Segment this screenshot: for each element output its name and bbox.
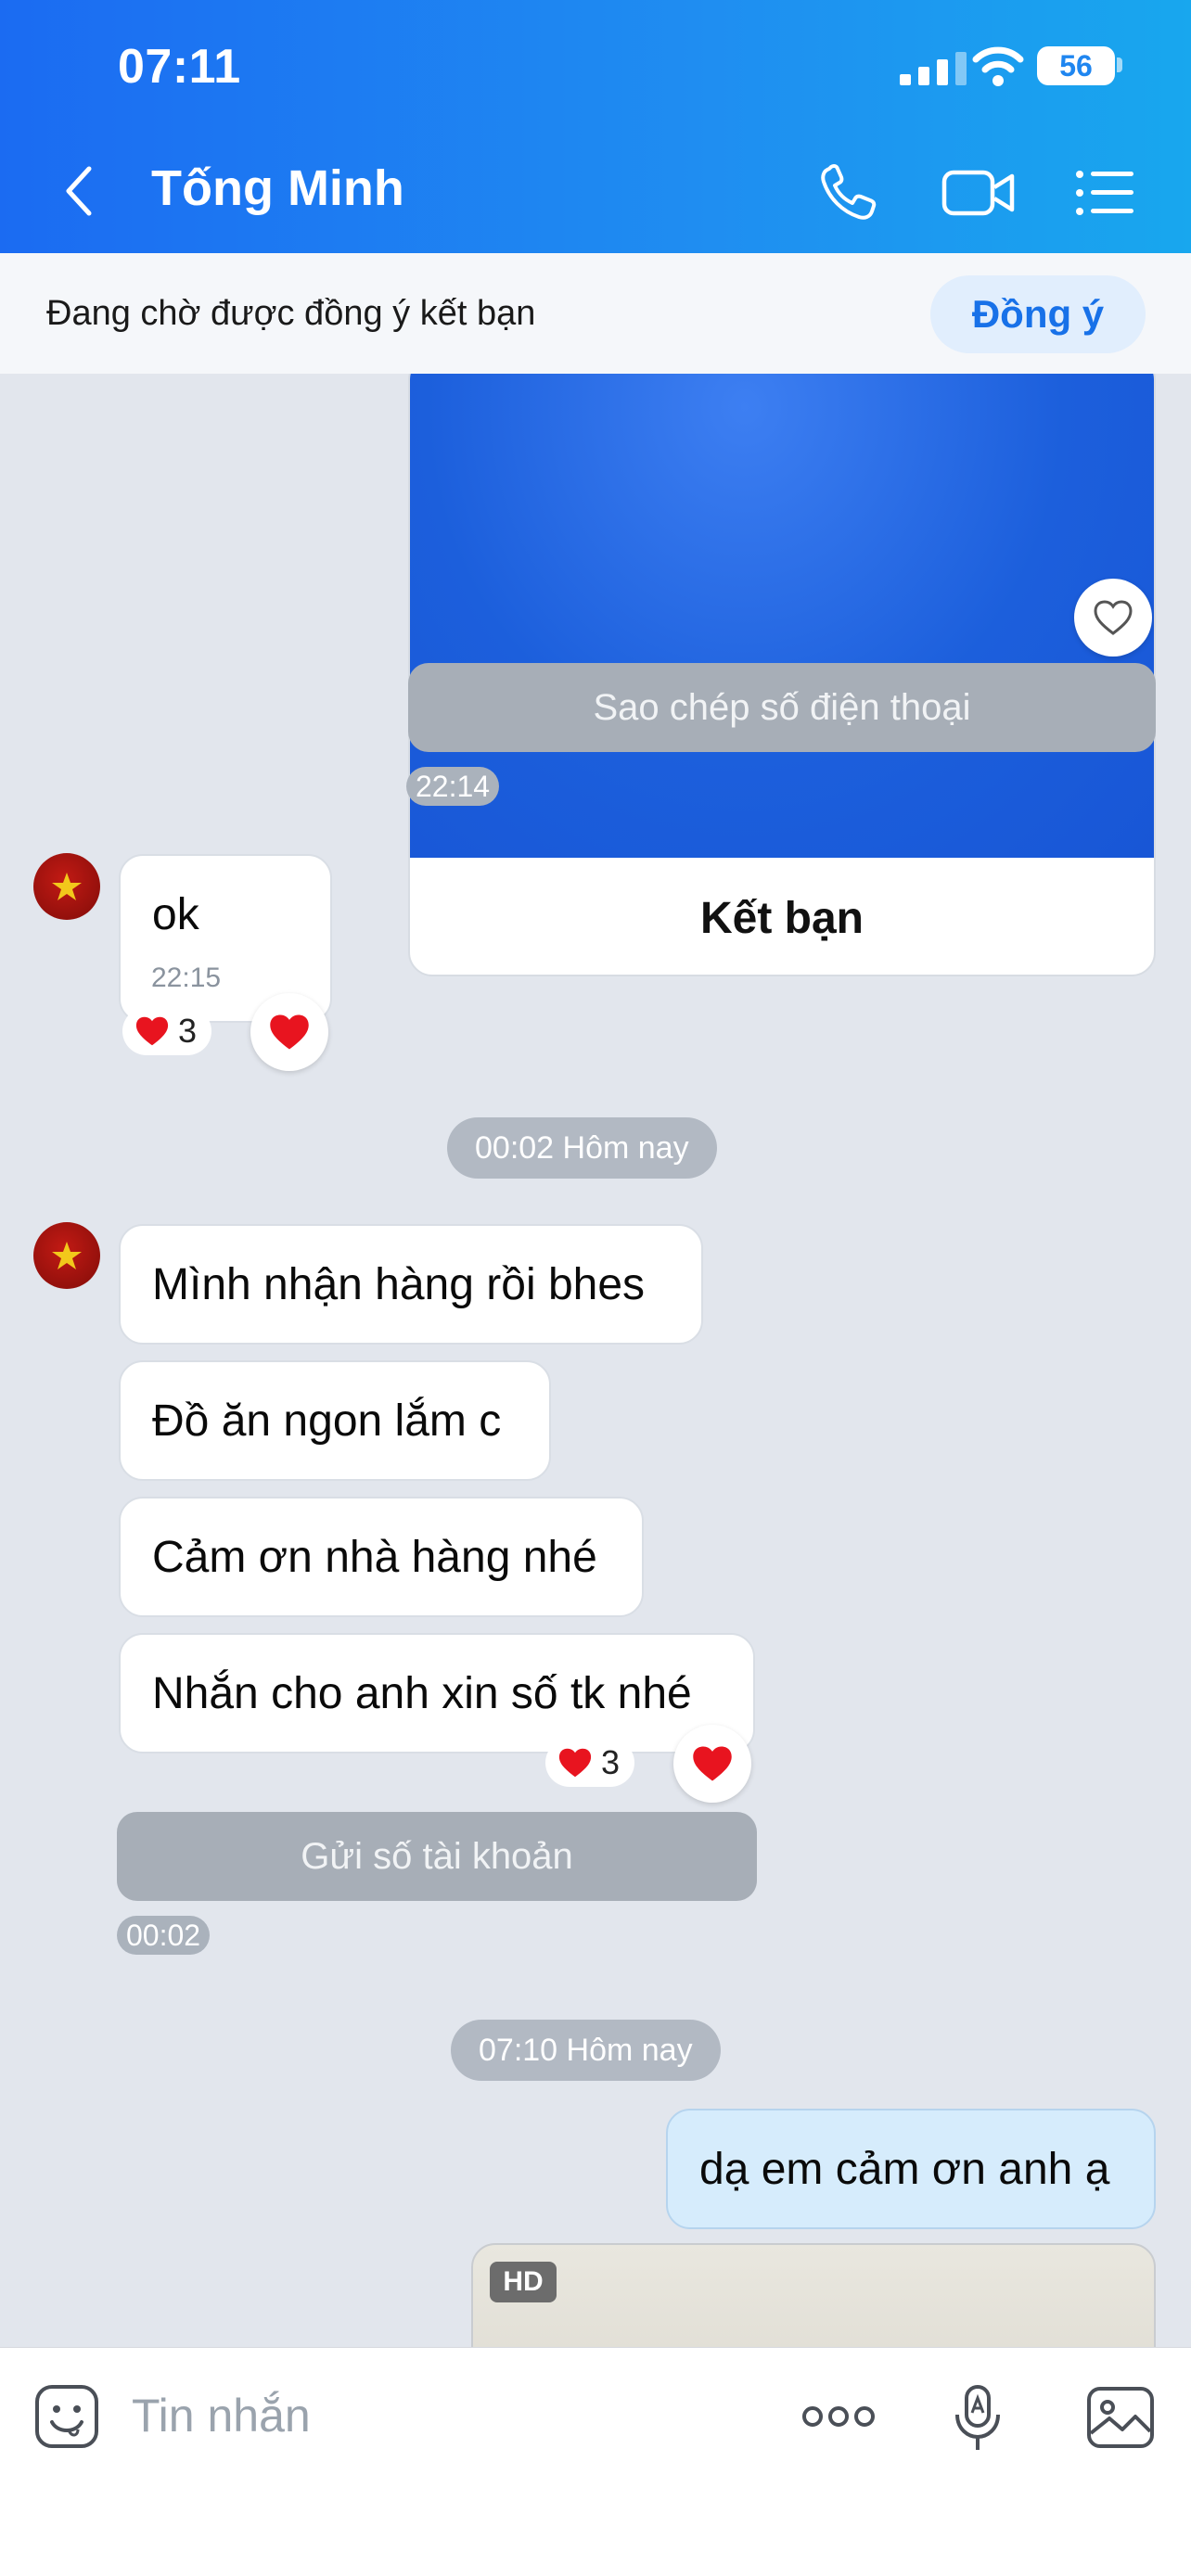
hd-badge: HD: [490, 2262, 557, 2302]
heart-outline-icon: [1094, 600, 1133, 635]
battery-level: 56: [1059, 48, 1093, 83]
image-icon[interactable]: [1085, 2385, 1156, 2450]
more-options-icon[interactable]: [801, 2400, 876, 2433]
reaction-count-badge[interactable]: 3: [122, 1007, 212, 1055]
wifi-icon: [972, 46, 1024, 86]
message-bubble[interactable]: Đồ ăn ngon lắm c: [119, 1360, 551, 1481]
heart-icon: [270, 1014, 309, 1050]
react-heart-button[interactable]: [673, 1725, 751, 1803]
accept-friend-button[interactable]: Đồng ý: [930, 275, 1146, 353]
reaction-count: 3: [178, 1012, 198, 1050]
heart-icon: [558, 1748, 592, 1778]
react-heart-button[interactable]: [1074, 579, 1152, 657]
message-bubble[interactable]: Nhắn cho anh xin số tk nhé: [119, 1633, 755, 1753]
react-heart-button[interactable]: [250, 993, 328, 1071]
status-time: 07:11: [118, 40, 241, 94]
signal-icon: [900, 52, 967, 85]
chat-area[interactable]: Kết bạn Sao chép số điện thoại 22:14 ok …: [0, 374, 1191, 2347]
copy-phone-button[interactable]: Sao chép số điện thoại: [408, 663, 1156, 752]
star-icon: [52, 1242, 82, 1269]
voice-input-icon[interactable]: [952, 2381, 1004, 2455]
reaction-count-badge[interactable]: 3: [545, 1739, 635, 1787]
heart-icon: [135, 1016, 169, 1046]
phone-call-icon[interactable]: [816, 163, 881, 224]
message-bubble[interactable]: Mình nhận hàng rồi bhes: [119, 1224, 703, 1345]
message-time: 22:14: [406, 767, 500, 806]
menu-list-icon[interactable]: [1074, 167, 1135, 219]
contact-avatar[interactable]: [33, 1222, 100, 1289]
battery-icon: 56: [1037, 46, 1115, 85]
outgoing-message-bubble[interactable]: dạ em cảm ơn anh ạ: [666, 2109, 1156, 2229]
date-divider: 07:10 Hôm nay: [451, 2020, 721, 2081]
contact-name[interactable]: Tống Minh: [151, 159, 404, 217]
friend-request-text: Đang chờ được đồng ý kết bạn: [46, 294, 536, 333]
battery-tip: [1117, 57, 1122, 72]
reaction-count: 3: [601, 1743, 621, 1781]
photo-message[interactable]: HD: [471, 2243, 1156, 2347]
back-arrow-icon[interactable]: [58, 163, 100, 219]
emoji-icon[interactable]: [33, 2383, 100, 2450]
video-call-icon[interactable]: [941, 167, 1016, 219]
message-time: 00:02: [117, 1916, 211, 1955]
contact-avatar[interactable]: [33, 853, 100, 920]
card-image: [410, 374, 1154, 858]
add-friend-label[interactable]: Kết bạn: [410, 858, 1154, 975]
star-icon: [52, 873, 82, 900]
message-input[interactable]: Tin nhắn: [132, 2389, 311, 2442]
message-bubble[interactable]: Cảm ơn nhà hàng nhé: [119, 1497, 644, 1617]
send-account-button[interactable]: Gửi số tài khoản: [117, 1812, 757, 1901]
message-time: 22:15: [151, 963, 222, 993]
date-divider: 00:02 Hôm nay: [447, 1117, 717, 1179]
heart-icon: [693, 1746, 732, 1781]
message-text: ok: [152, 890, 199, 939]
chat-header: 07:11 56 Tống Minh: [0, 0, 1191, 253]
message-input-bar: Tin nhắn: [0, 2347, 1191, 2576]
